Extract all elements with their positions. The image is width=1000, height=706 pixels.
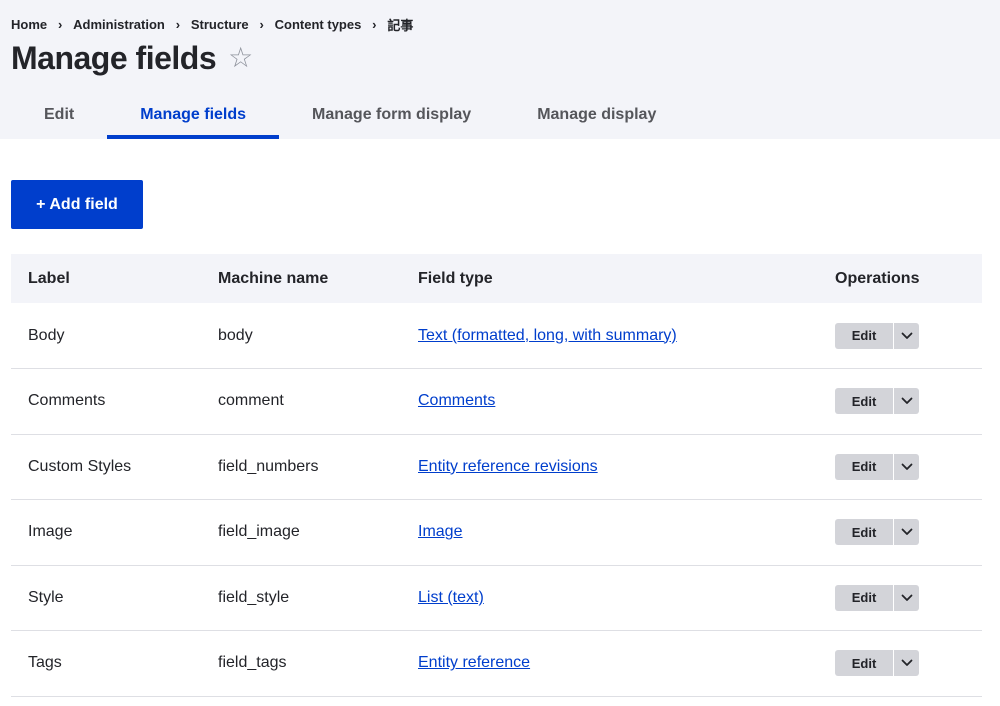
header-field-type: Field type	[418, 269, 493, 287]
operations-toggle[interactable]	[894, 454, 919, 480]
operations-dropbutton: Edit	[835, 453, 919, 480]
edit-button[interactable]: Edit	[835, 453, 894, 480]
operations-toggle[interactable]	[894, 585, 919, 611]
field-label: Custom Styles	[11, 434, 201, 500]
table-row: Custom Styles field_numbers Entity refer…	[11, 434, 982, 500]
field-type-cell: Image	[401, 499, 818, 566]
operations-cell: Edit	[818, 368, 982, 435]
field-type-link[interactable]: Comments	[418, 392, 495, 409]
add-field-button[interactable]: + Add field	[11, 180, 143, 229]
field-type-cell: Text (formatted, long, with summary)	[401, 303, 818, 369]
breadcrumb-content-types[interactable]: Content types	[275, 17, 362, 32]
operations-cell: Edit	[818, 499, 982, 566]
tab-edit[interactable]: Edit	[11, 94, 107, 139]
field-type-cell: Comments	[401, 368, 818, 435]
field-machine-name: field_style	[201, 565, 401, 631]
table-row: Image field_image Image Edit	[11, 499, 982, 566]
page-title-row: Manage fields ☆	[11, 38, 253, 78]
breadcrumb-home[interactable]: Home	[11, 17, 47, 32]
field-type-cell: List (text)	[401, 565, 818, 631]
chevron-down-icon	[901, 528, 912, 536]
field-machine-name: field_numbers	[201, 434, 401, 500]
page-title: Manage fields	[11, 40, 217, 76]
breadcrumb-separator: ›	[259, 17, 264, 32]
field-type-link[interactable]: Text (formatted, long, with summary)	[418, 327, 677, 344]
chevron-down-icon	[901, 332, 912, 339]
field-label: Image	[11, 499, 201, 566]
operations-dropbutton: Edit	[835, 519, 919, 546]
table-row: Tags field_tags Entity reference Edit	[11, 630, 982, 697]
star-icon[interactable]: ☆	[228, 38, 253, 78]
operations-cell: Edit	[818, 630, 982, 697]
field-label: Tags	[11, 630, 201, 697]
table-row: Body body Text (formatted, long, with su…	[11, 303, 982, 369]
breadcrumb-article[interactable]: 記事	[387, 15, 413, 34]
table-row: Comments comment Comments Edit	[11, 368, 982, 435]
breadcrumb-separator: ›	[57, 17, 63, 32]
field-machine-name: field_tags	[201, 630, 401, 697]
operations-dropbutton: Edit	[835, 584, 919, 611]
operations-cell: Edit	[818, 434, 982, 500]
chevron-down-icon	[901, 397, 912, 405]
breadcrumb-administration[interactable]: Administration	[73, 17, 165, 32]
field-machine-name: field_image	[201, 499, 401, 566]
field-type-link[interactable]: Entity reference revisions	[418, 458, 598, 475]
table-row: Style field_style List (text) Edit	[11, 565, 982, 631]
breadcrumb-separator: ›	[372, 17, 377, 32]
edit-button[interactable]: Edit	[835, 519, 894, 546]
operations-cell: Edit	[818, 303, 982, 369]
operations-toggle[interactable]	[894, 323, 919, 349]
field-type-link[interactable]: Image	[418, 523, 462, 540]
operations-toggle[interactable]	[894, 650, 919, 676]
tab-manage-fields[interactable]: Manage fields	[107, 94, 279, 139]
operations-dropbutton: Edit	[835, 388, 919, 415]
operations-toggle[interactable]	[894, 388, 919, 414]
edit-button[interactable]: Edit	[835, 388, 894, 415]
field-label: Body	[11, 303, 201, 369]
chevron-down-icon	[901, 594, 912, 601]
page-header: Home › Administration › Structure › Cont…	[0, 0, 1000, 139]
field-label: Style	[11, 565, 201, 631]
fields-table: Label Machine name Field type Operations…	[11, 254, 982, 697]
field-machine-name: comment	[201, 368, 401, 435]
operations-dropbutton: Edit	[835, 322, 919, 349]
operations-dropbutton: Edit	[835, 650, 919, 677]
operations-toggle[interactable]	[894, 519, 919, 545]
table-header-row: Label Machine name Field type Operations	[11, 254, 982, 303]
field-label: Comments	[11, 368, 201, 435]
header-machine-name: Machine name	[218, 269, 329, 287]
primary-tabs: Edit Manage fields Manage form display M…	[11, 94, 689, 139]
breadcrumb-structure[interactable]: Structure	[191, 17, 249, 32]
field-type-cell: Entity reference	[401, 630, 818, 697]
field-type-link[interactable]: List (text)	[418, 589, 484, 606]
breadcrumb-separator: ›	[175, 17, 181, 32]
field-type-cell: Entity reference revisions	[401, 434, 818, 500]
chevron-down-icon	[901, 463, 912, 470]
breadcrumb: Home › Administration › Structure › Cont…	[11, 15, 413, 34]
header-label: Label	[28, 269, 70, 287]
chevron-down-icon	[901, 659, 912, 667]
tab-manage-form-display[interactable]: Manage form display	[279, 94, 504, 139]
tab-manage-display[interactable]: Manage display	[504, 94, 689, 139]
edit-button[interactable]: Edit	[835, 584, 894, 611]
field-type-link[interactable]: Entity reference	[418, 654, 530, 671]
edit-button[interactable]: Edit	[835, 650, 894, 677]
header-operations: Operations	[835, 269, 920, 287]
edit-button[interactable]: Edit	[835, 322, 894, 349]
operations-cell: Edit	[818, 565, 982, 631]
field-machine-name: body	[201, 303, 401, 369]
